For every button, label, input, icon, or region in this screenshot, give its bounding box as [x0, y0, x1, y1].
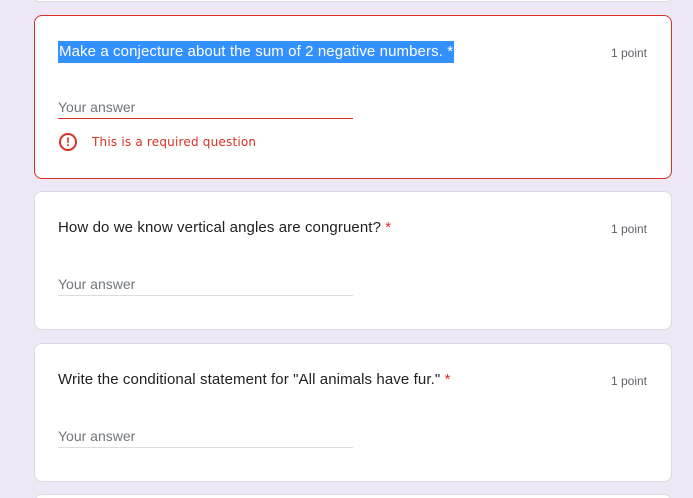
form-page: Make a conjecture about the sum of 2 neg…: [0, 0, 693, 498]
required-asterisk: *: [444, 371, 451, 388]
error-message: ! This is a required question: [59, 132, 256, 152]
points-label: 1 point: [610, 374, 647, 388]
required-asterisk: *: [385, 219, 392, 236]
answer-input[interactable]: [58, 273, 353, 296]
required-asterisk: *: [447, 43, 454, 60]
question-title: Make a conjecture about the sum of 2 neg…: [58, 41, 455, 63]
answer-input[interactable]: [58, 96, 353, 119]
error-icon: !: [59, 133, 77, 151]
previous-question-card: [34, 0, 672, 2]
question-card-2: How do we know vertical angles are congr…: [34, 191, 672, 330]
question-title-text: Make a conjecture about the sum of 2 neg…: [59, 43, 443, 60]
question-title: How do we know vertical angles are congr…: [58, 217, 391, 239]
question-title: Write the conditional statement for "All…: [58, 369, 451, 391]
question-title-text: How do we know vertical angles are congr…: [58, 219, 382, 236]
question-title-text: Write the conditional statement for "All…: [58, 371, 441, 388]
error-text: This is a required question: [92, 135, 257, 149]
points-label: 1 point: [610, 46, 647, 60]
next-question-card: [34, 494, 672, 498]
answer-input[interactable]: [58, 425, 353, 448]
question-card-1: Make a conjecture about the sum of 2 neg…: [34, 15, 672, 179]
question-card-3: Write the conditional statement for "All…: [34, 343, 672, 482]
points-label: 1 point: [610, 222, 647, 236]
